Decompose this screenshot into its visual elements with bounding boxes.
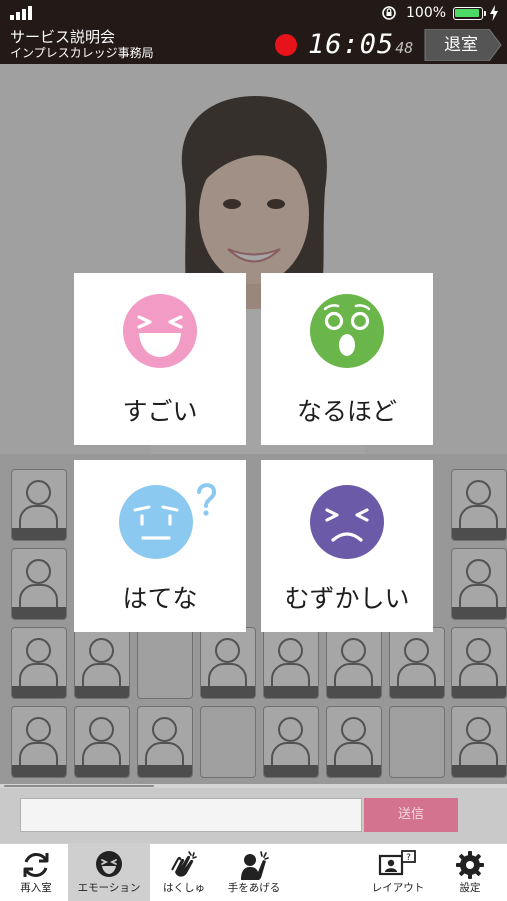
scrollbar-thumb[interactable] <box>4 785 154 787</box>
emotion-muzukashii-button[interactable]: むずかしい <box>261 460 433 632</box>
tab-layout-label: レイアウト <box>371 882 425 894</box>
surprised-face-icon <box>310 294 384 368</box>
gear-icon <box>456 851 484 879</box>
emotion-face-icon <box>96 851 122 877</box>
message-bar: 送信 <box>0 788 507 843</box>
signal-strength-icon <box>10 6 34 20</box>
tab-raise-hand[interactable]: 手をあげる <box>218 844 290 901</box>
clock-time: 16:05 <box>308 29 395 60</box>
emotion-hatena-label: はてな <box>122 584 198 613</box>
tab-clap[interactable]: はくしゅ <box>152 844 216 901</box>
tab-emotion[interactable]: エモーション <box>68 844 150 901</box>
laughing-face-icon <box>123 294 197 368</box>
clock-seconds: 48 <box>395 39 414 57</box>
session-title: サービス説明会 <box>10 28 116 46</box>
battery-percent: 100% <box>406 5 447 21</box>
bottom-tab-bar: 再入室 エモーション はくしゅ 手をあげる ? レイアウト 設定 <box>0 843 507 901</box>
message-input[interactable] <box>20 798 362 832</box>
recording-indicator-icon <box>275 34 297 56</box>
tab-settings-label: 設定 <box>459 882 481 894</box>
tab-raise-hand-label: 手をあげる <box>227 882 281 894</box>
emotion-naruhodo-button[interactable]: なるほど <box>261 273 433 445</box>
send-button[interactable]: 送信 <box>364 798 458 832</box>
battery-level-fill <box>455 9 479 17</box>
battery-icon <box>453 7 486 20</box>
video-stage: すごい なるほど はてな むずかしい <box>0 64 507 786</box>
layout-badge: ? <box>406 853 411 863</box>
rotation-lock-icon <box>382 6 396 20</box>
refresh-icon <box>23 853 49 877</box>
emotion-muzukashii-label: むずかしい <box>284 584 410 613</box>
tab-clap-label: はくしゅ <box>163 882 205 894</box>
tab-layout[interactable]: ? レイアウト <box>362 844 434 901</box>
exit-room-label: 退室 <box>444 35 478 55</box>
emotion-hatena-button[interactable]: はてな <box>74 460 246 632</box>
raise-hand-icon <box>241 851 269 880</box>
exit-room-button[interactable]: 退室 <box>423 29 503 61</box>
troubled-face-icon <box>310 485 384 559</box>
session-header: サービス説明会 インプレスカレッジ事務局 16:0548 退室 <box>0 26 507 64</box>
status-bar: 100% <box>0 0 507 26</box>
tab-emotion-label: エモーション <box>77 882 141 894</box>
emotion-sugoi-label: すごい <box>122 397 198 426</box>
tab-settings[interactable]: 設定 <box>438 844 502 901</box>
tab-rejoin[interactable]: 再入室 <box>0 844 72 901</box>
clapping-hands-icon <box>171 851 197 877</box>
charging-bolt-icon <box>490 5 498 21</box>
tab-rejoin-label: 再入室 <box>20 882 52 894</box>
emotion-naruhodo-label: なるほど <box>296 397 397 426</box>
layout-icon: ? <box>378 850 416 876</box>
organizer-name: インプレスカレッジ事務局 <box>10 46 154 60</box>
confused-face-icon <box>119 483 217 559</box>
emotion-sugoi-button[interactable]: すごい <box>74 273 246 445</box>
session-clock: 16:0548 <box>308 28 413 62</box>
